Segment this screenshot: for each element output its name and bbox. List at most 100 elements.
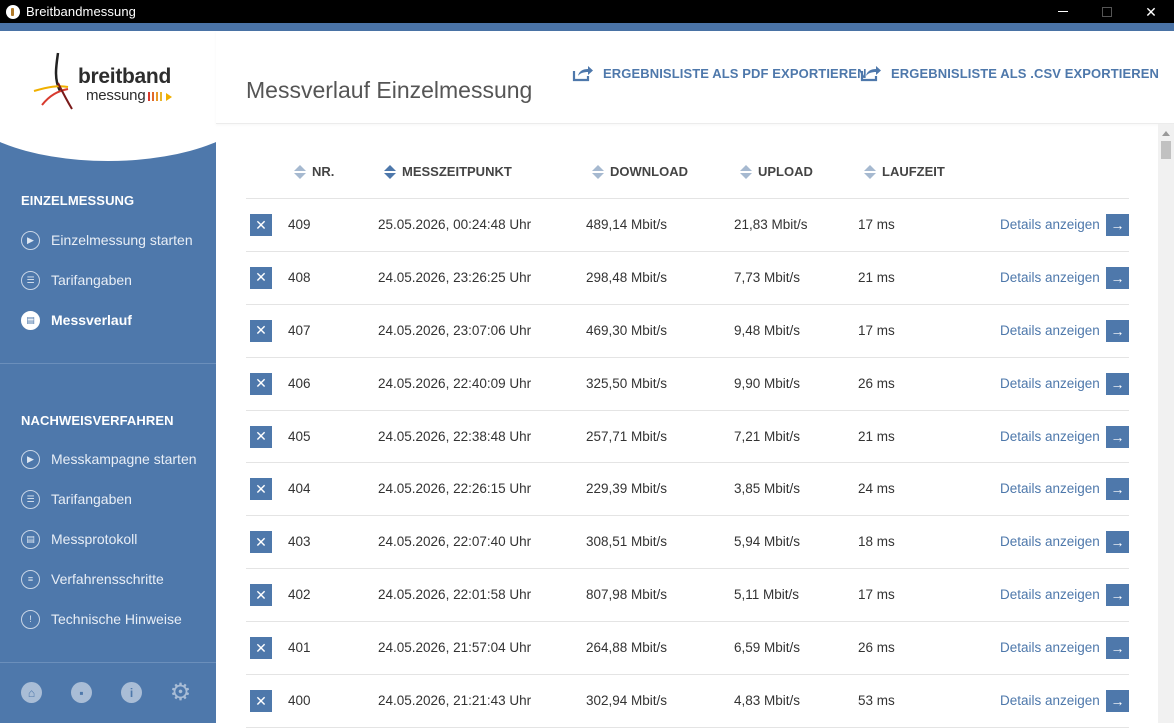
maximize-button[interactable]: [1084, 0, 1130, 23]
cell-messzeitpunkt: 24.05.2026, 22:01:58 Uhr: [378, 587, 532, 603]
cell-download: 257,71 Mbit/s: [586, 428, 668, 444]
cell-upload: 7,73 Mbit/s: [734, 269, 801, 285]
delete-measurement-button[interactable]: ✕: [250, 478, 272, 501]
gear-icon[interactable]: ⚙: [170, 679, 192, 706]
table-row: ✕ 407 24.05.2026, 23:07:06 Uhr 469,30 Mb…: [246, 305, 1129, 358]
details-link[interactable]: Details anzeigen: [1000, 217, 1100, 232]
window-title: Breitbandmessung: [26, 4, 136, 19]
cell-download: 298,48 Mbit/s: [586, 269, 668, 285]
table-row: ✕ 403 24.05.2026, 22:07:40 Uhr 308,51 Mb…: [246, 516, 1129, 570]
scrollbar-thumb[interactable]: [1161, 141, 1171, 159]
details-link[interactable]: Details anzeigen: [1000, 534, 1100, 549]
minimize-button[interactable]: [1040, 0, 1086, 23]
close-icon: ✕: [1145, 3, 1157, 20]
scroll-up-arrow-icon[interactable]: [1158, 128, 1174, 138]
logo-area: breitband messung: [0, 31, 216, 133]
details-arrow-button[interactable]: →: [1106, 690, 1129, 713]
column-header-download[interactable]: DOWNLOAD: [592, 164, 688, 179]
app-icon: [6, 4, 20, 19]
export-csv-button[interactable]: ERGEBNISLISTE ALS .CSV EXPORTIEREN: [860, 64, 1159, 82]
cell-nr: 408: [288, 269, 311, 285]
delete-measurement-button[interactable]: ✕: [250, 690, 272, 713]
delete-measurement-button[interactable]: ✕: [250, 372, 272, 395]
user-card-icon: ☰: [21, 270, 40, 290]
details-link[interactable]: Details anzeigen: [1000, 376, 1100, 391]
details-arrow-button[interactable]: →: [1106, 584, 1129, 607]
sidebar-item-messprotokoll[interactable]: ▤ Messprotokoll: [21, 527, 137, 551]
details-arrow-button[interactable]: →: [1106, 478, 1129, 501]
close-button[interactable]: ✕: [1128, 0, 1174, 23]
sidebar-item-messkampagne-starten[interactable]: ▶ Messkampagne starten: [21, 447, 197, 471]
cell-laufzeit: 21 ms: [858, 269, 895, 285]
cell-download: 229,39 Mbit/s: [586, 481, 668, 497]
cell-upload: 5,11 Mbit/s: [734, 587, 800, 603]
home-icon[interactable]: ⌂: [21, 682, 42, 703]
column-header-upload[interactable]: UPLOAD: [740, 164, 813, 179]
sidebar-item-verfahrensschritte[interactable]: ≡ Verfahrensschritte: [21, 567, 164, 591]
details-arrow-button[interactable]: →: [1106, 266, 1129, 289]
sidebar-item-label: Verfahrensschritte: [51, 571, 164, 587]
table-header: NR. MESSZEITPUNKT DOWNLOAD UPLOAD LAUFZE…: [246, 149, 1129, 199]
details-link[interactable]: Details anzeigen: [1000, 429, 1100, 444]
sidebar-item-label: Tarifangaben: [51, 272, 132, 288]
details-link[interactable]: Details anzeigen: [1000, 587, 1100, 602]
info-icon[interactable]: i: [121, 682, 142, 703]
sidebar-item-einzelmessung-starten[interactable]: ▶ Einzelmessung starten: [21, 228, 193, 252]
column-header-messzeitpunkt[interactable]: MESSZEITPUNKT: [384, 164, 512, 179]
sidebar-item-technische-hinweise[interactable]: ! Technische Hinweise: [21, 607, 182, 631]
details-arrow-button[interactable]: →: [1106, 319, 1129, 342]
warning-icon: !: [21, 609, 40, 629]
page-header: Messverlauf Einzelmessung ERGEBNISLISTE …: [216, 31, 1174, 124]
column-header-nr[interactable]: NR.: [294, 164, 334, 179]
cell-download: 469,30 Mbit/s: [586, 322, 668, 338]
details-link[interactable]: Details anzeigen: [1000, 481, 1100, 496]
delete-measurement-button[interactable]: ✕: [250, 531, 272, 554]
delete-measurement-button[interactable]: ✕: [250, 584, 272, 607]
cell-messzeitpunkt: 24.05.2026, 21:57:04 Uhr: [378, 640, 532, 656]
sidebar-item-label: Technische Hinweise: [51, 611, 182, 627]
details-arrow-button[interactable]: →: [1106, 214, 1129, 236]
cell-upload: 5,94 Mbit/s: [734, 534, 801, 550]
logo-text-breitband: breitband: [78, 65, 171, 88]
vertical-scrollbar[interactable]: [1158, 124, 1174, 723]
sidebar-item-label: Tarifangaben: [51, 491, 132, 507]
column-header-laufzeit[interactable]: LAUFZEIT: [864, 164, 945, 179]
cell-nr: 405: [288, 428, 311, 444]
cell-messzeitpunkt: 24.05.2026, 22:40:09 Uhr: [378, 375, 532, 391]
details-arrow-button[interactable]: →: [1106, 425, 1129, 448]
sort-icon: [864, 164, 876, 179]
delete-measurement-button[interactable]: ✕: [250, 319, 272, 342]
details-link[interactable]: Details anzeigen: [1000, 693, 1100, 708]
cell-laufzeit: 18 ms: [858, 534, 895, 550]
details-link[interactable]: Details anzeigen: [1000, 640, 1100, 655]
delete-measurement-button[interactable]: ✕: [250, 425, 272, 448]
table-row: ✕ 408 24.05.2026, 23:26:25 Uhr 298,48 Mb…: [246, 252, 1129, 305]
details-link[interactable]: Details anzeigen: [1000, 270, 1100, 285]
clipboard-icon: ▤: [21, 310, 40, 330]
cell-nr: 406: [288, 375, 311, 391]
delete-measurement-button[interactable]: ✕: [250, 637, 272, 660]
delete-measurement-button[interactable]: ✕: [250, 214, 272, 236]
column-header-label: UPLOAD: [758, 164, 813, 179]
cell-download: 489,14 Mbit/s: [586, 217, 668, 232]
delete-measurement-button[interactable]: ✕: [250, 266, 272, 289]
top-accent-strip: [0, 23, 1174, 31]
details-arrow-button[interactable]: →: [1106, 531, 1129, 554]
cell-laufzeit: 26 ms: [858, 640, 895, 656]
details-arrow-button[interactable]: →: [1106, 372, 1129, 395]
cell-laufzeit: 17 ms: [858, 587, 895, 603]
sidebar-item-messverlauf[interactable]: ▤ Messverlauf: [21, 308, 132, 332]
chat-icon[interactable]: ▪: [71, 682, 92, 703]
column-header-label: DOWNLOAD: [610, 164, 688, 179]
details-link[interactable]: Details anzeigen: [1000, 323, 1100, 338]
cell-laufzeit: 17 ms: [858, 322, 895, 338]
details-arrow-button[interactable]: →: [1106, 637, 1129, 660]
cell-nr: 402: [288, 587, 311, 603]
sidebar-item-tarifangaben-2[interactable]: ☰ Tarifangaben: [21, 487, 132, 511]
table-row: ✕ 401 24.05.2026, 21:57:04 Uhr 264,88 Mb…: [246, 622, 1129, 676]
sidebar-item-tarifangaben[interactable]: ☰ Tarifangaben: [21, 268, 132, 292]
export-pdf-button[interactable]: ERGEBNISLISTE ALS PDF EXPORTIEREN: [572, 64, 867, 82]
export-csv-label: ERGEBNISLISTE ALS .CSV EXPORTIEREN: [891, 65, 1160, 81]
sort-icon: [384, 164, 396, 179]
cell-download: 308,51 Mbit/s: [586, 534, 668, 550]
